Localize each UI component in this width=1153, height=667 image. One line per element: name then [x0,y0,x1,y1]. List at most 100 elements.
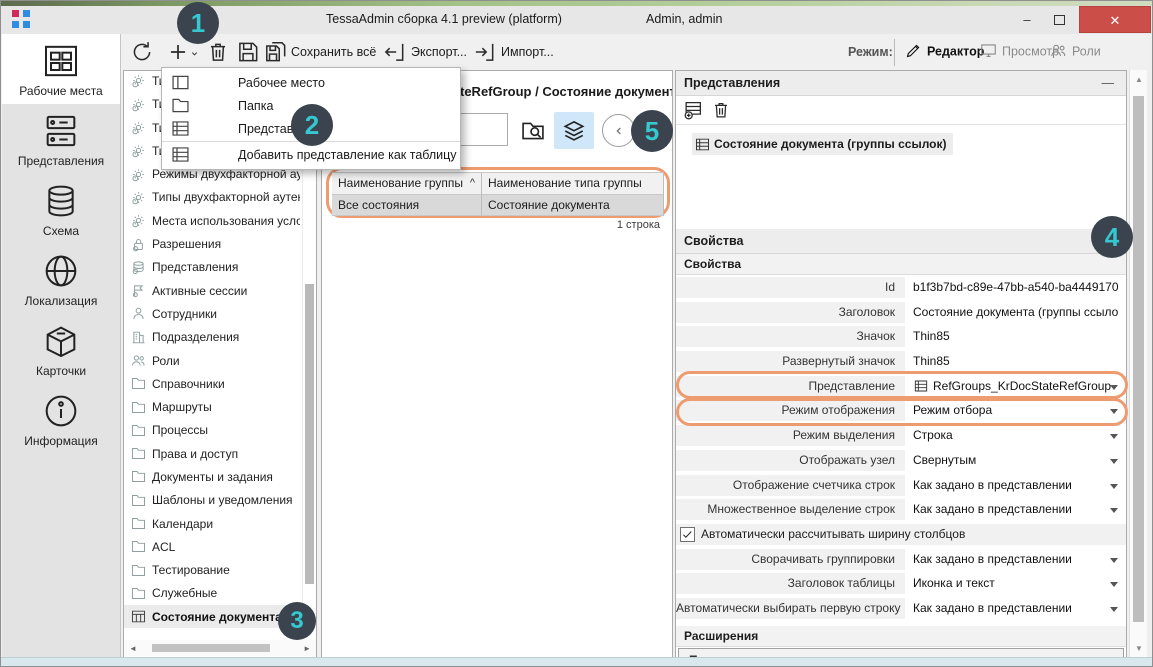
minimize-button[interactable]: – [1013,9,1041,31]
table-cell[interactable]: Состояние документа [482,195,664,216]
delete-button[interactable] [205,39,231,65]
save-button[interactable] [235,39,261,65]
refresh-button[interactable] [129,39,155,65]
viewlist-icon [170,118,191,139]
sidebar-item-globe[interactable]: Локализация [2,244,120,314]
tree-item[interactable]: Состояние документа [124,605,300,628]
property-label: Отображать узел [676,450,905,471]
tree-item[interactable]: Тестирование [124,559,300,582]
tree-item[interactable]: Справочники [124,372,300,395]
scrollbar-thumb[interactable] [1133,96,1144,622]
delete-view-button[interactable] [710,99,736,125]
callout-badge-1: 1 [177,2,219,44]
scroll-right-arrow[interactable]: ► [303,644,311,653]
tree-item[interactable]: Роли [124,349,300,372]
save-all-button[interactable] [263,39,289,65]
tree-item[interactable]: Представления [124,256,300,279]
property-value[interactable]: Строка [905,425,1126,446]
tree-item-label: Календари [152,517,213,531]
export-button[interactable] [381,39,407,65]
tree-item-label: Шаблоны и уведомления [152,493,293,507]
table-row[interactable]: Все состояния Состояние документа [332,195,664,216]
property-value[interactable]: Как задано в представлении [905,598,1126,619]
layers-toggle-button[interactable] [554,112,594,149]
tree-item[interactable]: Сотрудники [124,302,300,325]
folder-search-icon [519,117,547,145]
property-value[interactable]: Иконка и текст [905,573,1126,594]
menu-item-3[interactable]: Добавить представление как таблицу [162,143,460,166]
property-value[interactable]: Как задано в представлении [905,499,1126,520]
tree-item[interactable]: Разрешения [124,232,300,255]
sidebar-item-box[interactable]: Карточки [2,314,120,384]
property-label: Заголовок [676,302,905,323]
sidebar-item-db3[interactable]: Схема [2,174,120,244]
right-vertical-scrollbar[interactable]: ▲ ▼ [1129,70,1148,658]
sidebar-item-info[interactable]: Информация [2,384,120,454]
tree-item[interactable]: ACL [124,535,300,558]
tree-item[interactable]: Подразделения [124,326,300,349]
view-list-item[interactable]: Состояние документа (группы ссылок) [692,133,953,155]
property-value[interactable]: Как задано в представлении [905,549,1126,570]
property-value-text: Как задано в представлении [913,502,1072,516]
sidebar-item-label: Карточки [36,364,86,378]
maximize-button[interactable] [1045,9,1073,31]
property-label: Режим выделения [676,425,905,446]
tree-item[interactable]: Места использования усло [124,209,300,232]
property-value[interactable]: Свернутым [905,450,1126,471]
dropdown-caret-icon[interactable] [1110,434,1118,443]
table-cell-value: Все состояния [338,198,419,212]
tree-item[interactable]: Процессы [124,419,300,442]
mode-editor[interactable]: Редактор [904,44,984,60]
tree-item[interactable]: Документы и задания [124,465,300,488]
close-button[interactable]: ✕ [1079,6,1151,33]
tree-item[interactable]: Маршруты [124,395,300,418]
dropdown-caret-icon[interactable] [1110,459,1118,468]
sidebar-item-workspace[interactable]: Рабочие места [2,34,120,104]
tree-item-label: Документы и задания [152,470,273,484]
table-column-header[interactable]: Наименование типа группы [482,173,664,195]
people-icon [130,352,147,369]
scroll-down-arrow[interactable]: ▼ [1130,644,1148,653]
chevron-left-icon [609,121,629,141]
import-button[interactable] [471,39,497,65]
tree-item[interactable]: Служебные [124,582,300,605]
search-in-folder-button[interactable] [516,114,550,148]
add-view-button[interactable] [682,99,708,125]
tree-horizontal-scrollbar[interactable]: ◄ ► [124,640,316,656]
table-cell[interactable]: Все состояния [332,195,482,216]
add-button[interactable] [165,39,191,65]
dropdown-caret-icon[interactable] [1110,558,1118,567]
dropdown-caret-icon[interactable] [1110,508,1118,517]
sidebar-item-servers[interactable]: Представления [2,104,120,174]
mode-view[interactable]: Просмотр [979,44,1059,60]
scroll-left-arrow[interactable]: ◄ [129,644,137,653]
dropdown-caret-icon[interactable] [1110,484,1118,493]
menu-item-0[interactable]: Рабочее место [162,71,460,94]
chevron-down-icon [189,48,200,59]
tree-item[interactable]: Календари [124,512,300,535]
dropdown-caret-icon[interactable] [1110,582,1118,591]
export-label[interactable]: Экспорт... [411,45,467,59]
import-label[interactable]: Импорт... [501,45,554,59]
flag-icon [130,282,147,299]
collapse-panel-button[interactable]: — [1102,71,1115,95]
scrollbar-thumb[interactable] [152,644,270,652]
tree-item-label: Места использования усло [152,214,300,228]
breadcrumb[interactable]: teRefGroup / Состояние документ [460,84,673,99]
checkbox[interactable] [680,527,695,542]
tree-item[interactable]: Типы двухфакторной аутен [124,186,300,209]
dropdown-caret-icon[interactable] [1110,607,1118,616]
mode-roles[interactable]: Роли [1049,44,1101,60]
sort-ascending-indicator: ^ [470,173,475,194]
scroll-up-arrow[interactable]: ▲ [1130,75,1148,84]
property-checkbox-row[interactable]: Автоматически рассчитывать ширину столбц… [676,524,1126,545]
scrollbar-thumb[interactable] [305,284,314,584]
property-value[interactable]: Как задано в представлении [905,475,1126,496]
tree-item[interactable]: Шаблоны и уведомления [124,489,300,512]
pencil-icon [904,41,923,60]
mode-separator [894,39,895,66]
save-all-label[interactable]: Сохранить всё [291,45,376,59]
tree-item[interactable]: Права и доступ [124,442,300,465]
tree-item[interactable]: Активные сессии [124,279,300,302]
table-column-header[interactable]: Наименование группы^ [332,173,482,195]
